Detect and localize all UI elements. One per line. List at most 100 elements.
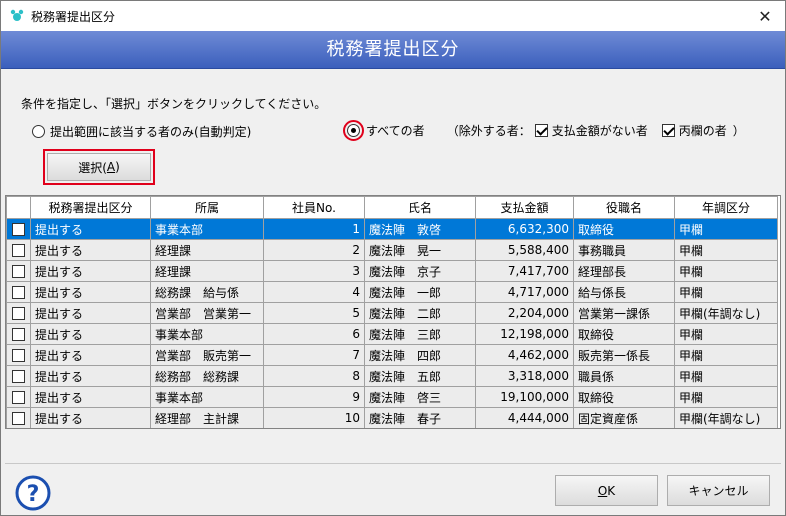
cell-nencho[interactable]: 甲欄 <box>674 260 778 282</box>
row-checkbox[interactable] <box>12 244 25 257</box>
cell-amount[interactable]: 4,462,000 <box>475 344 574 366</box>
cancel-button[interactable]: キャンセル <box>667 475 770 506</box>
exclude-no-payment-checkbox[interactable] <box>534 124 548 137</box>
cell-shozoku[interactable]: 営業部 販売第一 <box>150 344 264 366</box>
cell-employee-no[interactable]: 10 <box>263 407 365 428</box>
cell-post[interactable]: 取締役 <box>573 218 675 240</box>
cell-checkbox[interactable] <box>6 407 31 428</box>
cell-nencho[interactable]: 甲欄 <box>674 218 778 240</box>
cell-post[interactable]: 取締役 <box>573 386 675 408</box>
cell-name[interactable]: 魔法陣 四郎 <box>364 344 476 366</box>
cell-shozoku[interactable]: 営業部 営業第一 <box>150 302 264 324</box>
cell-kubun[interactable]: 提出する <box>30 323 151 345</box>
cell-kubun[interactable]: 提出する <box>30 302 151 324</box>
cell-employee-no[interactable]: 6 <box>263 323 365 345</box>
table-row[interactable]: 提出する 経理課 3 魔法陣 京子 7,417,700 経理部長 甲欄 <box>6 260 778 282</box>
cell-employee-no[interactable]: 2 <box>263 239 365 261</box>
select-button[interactable]: 選択(A) <box>47 153 151 181</box>
cell-nencho[interactable]: 甲欄 <box>674 323 778 345</box>
column-header[interactable]: 年調区分 <box>674 196 778 219</box>
cell-checkbox[interactable] <box>6 239 31 261</box>
cell-kubun[interactable]: 提出する <box>30 218 151 240</box>
table-row[interactable]: 提出する 総務部 総務課 8 魔法陣 五郎 3,318,000 職員係 甲欄 <box>6 365 778 387</box>
radio-auto-option[interactable]: 提出範囲に該当する者のみ(自動判定) <box>32 123 251 140</box>
cell-checkbox[interactable] <box>6 302 31 324</box>
radio-all-option[interactable]: すべての者 （除外する者： 支払金額がない者 丙欄の者 ） <box>343 120 745 141</box>
cell-kubun[interactable]: 提出する <box>30 260 151 282</box>
column-header[interactable] <box>6 196 31 219</box>
help-icon[interactable]: ? <box>15 475 51 511</box>
table-row[interactable]: 提出する 事業本部 1 魔法陣 敦啓 6,632,300 取締役 甲欄 <box>6 218 778 240</box>
cell-amount[interactable]: 5,588,400 <box>475 239 574 261</box>
row-checkbox[interactable] <box>12 349 25 362</box>
cell-employee-no[interactable]: 3 <box>263 260 365 282</box>
table-row[interactable]: 提出する 営業部 販売第一 7 魔法陣 四郎 4,462,000 販売第一係長 甲欄 <box>6 344 778 366</box>
cell-kubun[interactable]: 提出する <box>30 239 151 261</box>
column-header[interactable]: 社員No. <box>263 196 365 219</box>
cell-shozoku[interactable]: 事業本部 <box>150 386 264 408</box>
cell-checkbox[interactable] <box>6 386 31 408</box>
cell-amount[interactable]: 6,632,300 <box>475 218 574 240</box>
cell-post[interactable]: 職員係 <box>573 365 675 387</box>
column-header[interactable]: 支払金額 <box>475 196 574 219</box>
row-checkbox[interactable] <box>12 391 25 404</box>
cell-shozoku[interactable]: 経理部 主計課 <box>150 407 264 428</box>
cell-amount[interactable]: 4,444,000 <box>475 407 574 428</box>
row-checkbox[interactable] <box>12 286 25 299</box>
cell-employee-no[interactable]: 9 <box>263 386 365 408</box>
row-checkbox[interactable] <box>12 223 25 236</box>
cell-nencho[interactable]: 甲欄 <box>674 344 778 366</box>
cell-post[interactable]: 販売第一係長 <box>573 344 675 366</box>
cell-kubun[interactable]: 提出する <box>30 344 151 366</box>
cell-nencho[interactable]: 甲欄 <box>674 365 778 387</box>
cell-employee-no[interactable]: 8 <box>263 365 365 387</box>
cell-shozoku[interactable]: 経理課 <box>150 260 264 282</box>
cell-kubun[interactable]: 提出する <box>30 407 151 428</box>
cell-name[interactable]: 魔法陣 晃一 <box>364 239 476 261</box>
table-row[interactable]: 提出する 事業本部 9 魔法陣 啓三 19,100,000 取締役 甲欄 <box>6 386 778 408</box>
cell-amount[interactable]: 4,717,000 <box>475 281 574 303</box>
cell-name[interactable]: 魔法陣 三郎 <box>364 323 476 345</box>
cell-name[interactable]: 魔法陣 二郎 <box>364 302 476 324</box>
cell-post[interactable]: 給与係長 <box>573 281 675 303</box>
cell-employee-no[interactable]: 5 <box>263 302 365 324</box>
cell-kubun[interactable]: 提出する <box>30 365 151 387</box>
cell-post[interactable]: 営業第一課係 <box>573 302 675 324</box>
cell-name[interactable]: 魔法陣 京子 <box>364 260 476 282</box>
cell-checkbox[interactable] <box>6 281 31 303</box>
cell-post[interactable]: 経理部長 <box>573 260 675 282</box>
cell-name[interactable]: 魔法陣 一郎 <box>364 281 476 303</box>
cell-checkbox[interactable] <box>6 260 31 282</box>
cell-employee-no[interactable]: 4 <box>263 281 365 303</box>
row-checkbox[interactable] <box>12 328 25 341</box>
table-row[interactable]: 提出する 経理課 2 魔法陣 晃一 5,588,400 事務職員 甲欄 <box>6 239 778 261</box>
row-checkbox[interactable] <box>12 412 25 425</box>
cell-kubun[interactable]: 提出する <box>30 386 151 408</box>
column-header[interactable]: 氏名 <box>364 196 476 219</box>
exclude-hei-checkbox[interactable] <box>661 124 675 137</box>
cell-amount[interactable]: 3,318,000 <box>475 365 574 387</box>
cell-checkbox[interactable] <box>6 344 31 366</box>
cell-shozoku[interactable]: 総務課 給与係 <box>150 281 264 303</box>
employee-grid[interactable]: 税務署提出区分 所属 社員No. 氏名 支払金額 役職名 年調区分 提出する 事業… <box>5 195 781 429</box>
cell-shozoku[interactable]: 事業本部 <box>150 218 264 240</box>
row-checkbox[interactable] <box>12 370 25 383</box>
cell-name[interactable]: 魔法陣 敦啓 <box>364 218 476 240</box>
table-row[interactable]: 提出する 事業本部 6 魔法陣 三郎 12,198,000 取締役 甲欄 <box>6 323 778 345</box>
cell-name[interactable]: 魔法陣 五郎 <box>364 365 476 387</box>
ok-button[interactable]: OK <box>555 475 658 506</box>
cell-amount[interactable]: 2,204,000 <box>475 302 574 324</box>
radio-all[interactable] <box>347 124 360 137</box>
cell-employee-no[interactable]: 7 <box>263 344 365 366</box>
cell-nencho[interactable]: 甲欄 <box>674 281 778 303</box>
table-row[interactable]: 提出する 総務課 給与係 4 魔法陣 一郎 4,717,000 給与係長 甲欄 <box>6 281 778 303</box>
cell-post[interactable]: 取締役 <box>573 323 675 345</box>
cell-nencho[interactable]: 甲欄 <box>674 239 778 261</box>
cell-checkbox[interactable] <box>6 323 31 345</box>
cell-nencho[interactable]: 甲欄 <box>674 386 778 408</box>
cell-kubun[interactable]: 提出する <box>30 281 151 303</box>
cell-post[interactable]: 固定資産係 <box>573 407 675 428</box>
table-row[interactable]: 提出する 営業部 営業第一 5 魔法陣 二郎 2,204,000 営業第一課係 甲欄(年調な… <box>6 302 778 324</box>
close-button[interactable]: ✕ <box>745 1 785 31</box>
cell-post[interactable]: 事務職員 <box>573 239 675 261</box>
